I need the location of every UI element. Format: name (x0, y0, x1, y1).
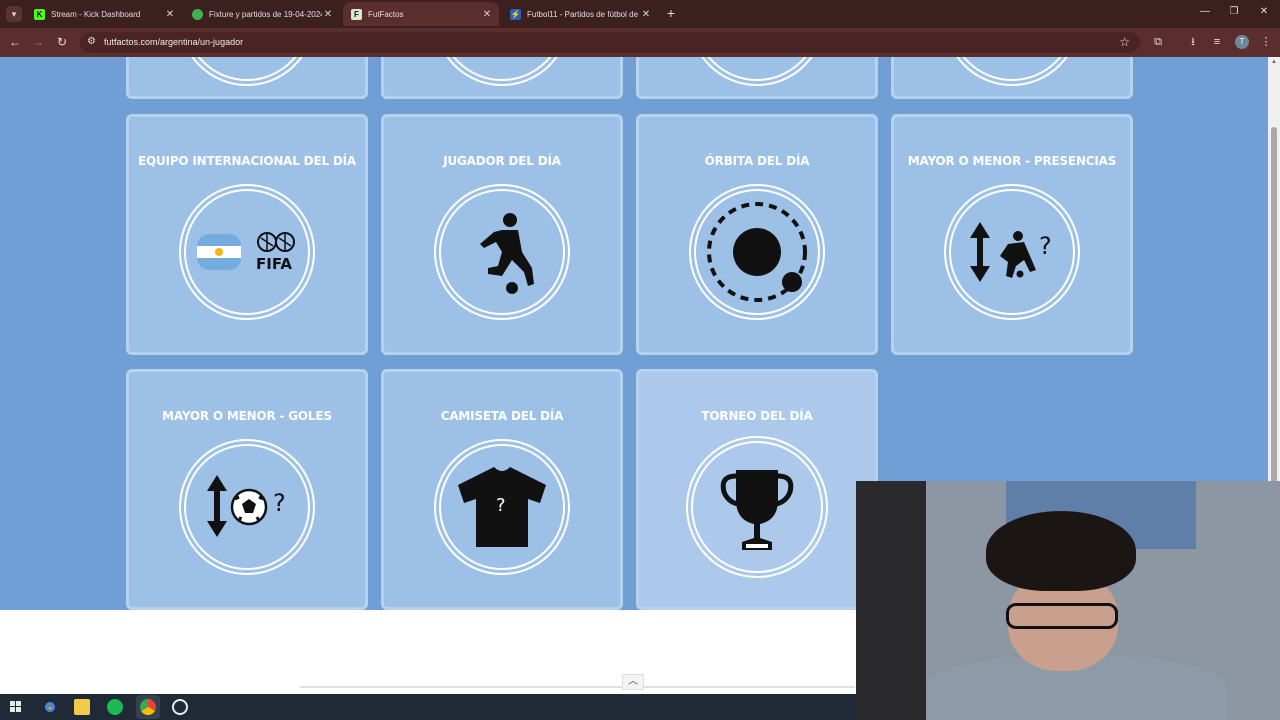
card-mayor-menor-goles[interactable]: MAYOR O MENOR - GOLES ? (126, 369, 368, 610)
webcam-person-glasses (1006, 603, 1118, 629)
card-camiseta-del-dia[interactable]: CAMISETA DEL DÍA ? (381, 369, 623, 610)
card-icon-ring (434, 57, 570, 86)
card-jugador-del-dia[interactable]: JUGADOR DEL DÍA (381, 114, 623, 355)
card-orbita-del-dia[interactable]: ÓRBITA DEL DÍA (636, 114, 878, 355)
question-mark: ? (496, 495, 506, 516)
card-title: MAYOR O MENOR - GOLES (162, 408, 332, 424)
card-equipo-internacional[interactable]: EQUIPO INTERNACIONAL DEL DÍA FIFA (126, 114, 368, 355)
toolbar: ← → ↻ ⚙ futfactos.com/argentina/un-jugad… (0, 28, 1280, 57)
url-text[interactable]: futfactos.com/argentina/un-jugador (104, 37, 243, 47)
card-torneo-del-dia[interactable]: TORNEO DEL DÍA (636, 369, 878, 610)
webcam-door (856, 481, 926, 720)
spotify-icon[interactable] (107, 699, 123, 715)
site-info-icon[interactable]: ⚙ (87, 36, 96, 47)
forward-icon[interactable]: → (31, 35, 45, 49)
tab-title: Futbol11 - Partidos de fútbol de (527, 9, 639, 19)
footballer-silhouette-icon (434, 184, 570, 320)
card-title: CAMISETA DEL DÍA (440, 408, 564, 424)
close-window-icon[interactable]: ✕ (1257, 6, 1271, 17)
webcam-overlay (856, 481, 1280, 720)
game-card-partial[interactable] (891, 57, 1133, 99)
minimize-icon[interactable]: — (1198, 6, 1212, 17)
question-mark: ? (273, 489, 286, 517)
taskbar (0, 694, 856, 720)
jersey-icon: ? (434, 439, 570, 575)
chrome-icon[interactable] (42, 699, 58, 715)
higher-lower-appearances-icon: ? (944, 184, 1080, 320)
back-icon[interactable]: ← (8, 35, 22, 49)
higher-lower-goals-icon: ? (179, 439, 315, 575)
argentina-fifa-icon: FIFA (179, 184, 315, 320)
trophy-icon (686, 436, 828, 578)
fifa-label: FIFA (256, 255, 292, 273)
tab-search-button[interactable]: ▾ (6, 6, 22, 22)
close-tab-icon[interactable]: ✕ (164, 9, 176, 20)
card-mayor-menor-presencias[interactable]: MAYOR O MENOR - PRESENCIAS ? (891, 114, 1133, 355)
obs-icon[interactable] (172, 699, 188, 715)
kick-icon: K (34, 8, 45, 20)
orbit-icon (689, 184, 825, 320)
file-explorer-icon[interactable] (74, 699, 90, 715)
download-icon[interactable]: ⭳ (1186, 35, 1200, 49)
close-tab-icon[interactable]: ✕ (640, 9, 652, 20)
footer-divider (300, 686, 855, 688)
card-title: MAYOR O MENOR - PRESENCIAS (907, 153, 1117, 169)
tab-kick-dashboard[interactable]: K Stream - Kick Dashboard ✕ (26, 2, 182, 26)
tab-title: Stream - Kick Dashboard (51, 9, 141, 19)
tab-fixture[interactable]: Fixture y partidos de 19-04-2024 ✕ (184, 2, 340, 26)
reload-icon[interactable]: ↻ (55, 35, 69, 49)
page-footer (0, 610, 856, 694)
scrollbar-thumb[interactable] (1271, 127, 1277, 537)
chrome-profile-icon[interactable] (140, 699, 156, 715)
new-tab-button[interactable]: + (664, 5, 678, 21)
tab-futfactos[interactable]: F FutFactos ✕ (343, 2, 499, 26)
webcam-person-hair (986, 511, 1136, 591)
profile-avatar[interactable]: T (1235, 35, 1249, 49)
card-title: JUGADOR DEL DÍA (443, 153, 561, 169)
extensions-icon[interactable]: ⧉ (1151, 35, 1165, 49)
futfactos-icon: F (351, 8, 362, 20)
game-card-partial[interactable] (381, 57, 623, 99)
bookmark-star-icon[interactable]: ☆ (1119, 35, 1130, 49)
card-icon-ring (689, 57, 825, 86)
windows-start-icon[interactable] (10, 701, 22, 713)
tab-title: FutFactos (368, 9, 404, 19)
menu-icon[interactable]: ⋮ (1259, 35, 1273, 49)
card-icon-ring (944, 57, 1080, 86)
game-card-partial[interactable] (126, 57, 368, 99)
card-icon-ring (179, 57, 315, 86)
close-tab-icon[interactable]: ✕ (322, 9, 334, 20)
tab-strip: ▾ K Stream - Kick Dashboard ✕ Fixture y … (0, 0, 1280, 28)
game-card-partial[interactable] (636, 57, 878, 99)
restore-icon[interactable]: ❐ (1227, 6, 1241, 17)
question-mark: ? (1039, 232, 1052, 260)
card-title: TORNEO DEL DÍA (701, 408, 813, 424)
card-title: EQUIPO INTERNACIONAL DEL DÍA (138, 153, 356, 169)
close-tab-icon[interactable]: ✕ (481, 9, 493, 20)
futbol11-icon: ⚡ (510, 8, 521, 20)
media-control-icon[interactable]: ≡ (1210, 35, 1224, 49)
promiedos-icon (192, 8, 203, 20)
address-bar[interactable]: ⚙ futfactos.com/argentina/un-jugador ☆ (80, 32, 1140, 53)
card-title: ÓRBITA DEL DÍA (704, 153, 810, 169)
tab-title: Fixture y partidos de 19-04-2024 (209, 9, 322, 19)
scroll-to-top-button[interactable]: ︿ (622, 674, 644, 690)
tab-futbol11[interactable]: ⚡ Futbol11 - Partidos de fútbol de ✕ (502, 2, 658, 26)
scroll-up-icon[interactable]: ▲ (1271, 59, 1277, 65)
